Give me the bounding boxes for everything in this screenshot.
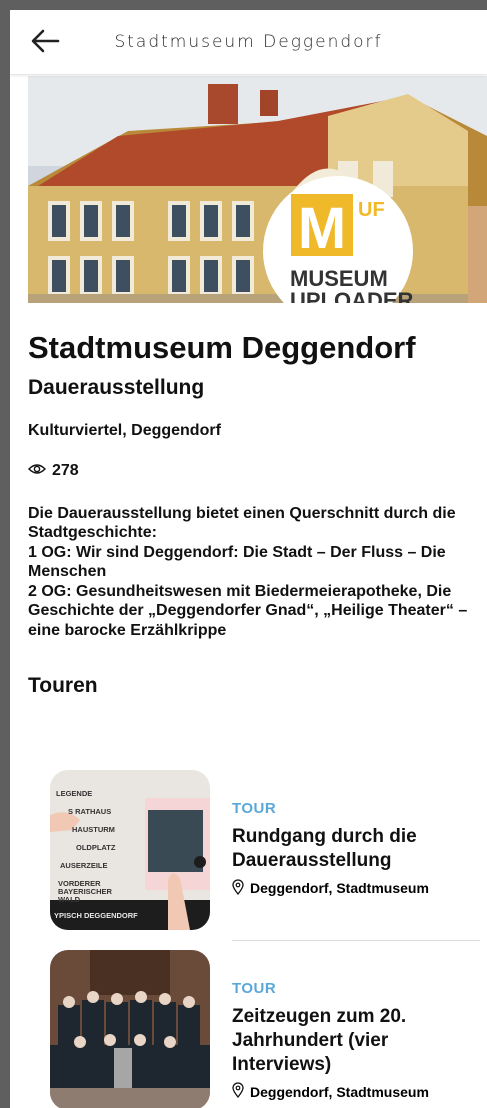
page-title: Stadtmuseum Deggendorf [114, 32, 383, 52]
tour-info: TOUR Zeitzeugen zum 20. Jahrhundert (vie… [232, 980, 482, 1101]
logo-small-text: UF [358, 199, 385, 221]
museum-location: Kulturviertel, Deggendorf [28, 421, 221, 439]
logo-line2: UPLOADER [290, 288, 414, 303]
app-screen: Stadtmuseum Deggendorf M UF MUSEUM UPLOA… [10, 10, 487, 1108]
tour-tag: TOUR [232, 980, 277, 997]
thumb-label-4: OLDPLATZ [76, 843, 116, 852]
hero-image: M UF MUSEUM UPLOADER [28, 76, 487, 303]
thumb-label-8: WALD [58, 895, 81, 904]
thumb-label-5: AUSERZEILE [60, 861, 108, 870]
thumb-label-9: YPISCH DEGGENDORF [54, 911, 138, 920]
tour-thumbnail: LEGENDE S RATHAUS HAUSTURM OLDPLATZ AUSE… [50, 770, 210, 930]
exhibition-subtitle: Dauerausstellung [28, 375, 205, 399]
tour-location-text: Deggendorf, Stadtmuseum [250, 880, 429, 896]
tours-heading: Touren [28, 674, 98, 698]
thumb-label-3: HAUSTURM [72, 825, 115, 834]
tour-title[interactable]: Zeitzeugen zum 20. Jahrhundert (vier Int… [232, 1005, 482, 1076]
location-pin-icon [232, 1082, 244, 1101]
museum-name: Stadtmuseum Deggendorf [28, 330, 416, 365]
eye-icon [28, 462, 46, 480]
location-pin-icon [232, 878, 244, 898]
divider [232, 940, 480, 941]
thumb-label-2: S RATHAUS [68, 807, 111, 816]
top-app-bar: Stadtmuseum Deggendorf [10, 10, 487, 75]
views-count: 278 [52, 461, 79, 479]
tour-thumbnail [50, 950, 210, 1108]
views-counter: 278 [28, 462, 478, 480]
tour-title[interactable]: Rundgang durch die Dauerausstellung [232, 825, 482, 873]
museum-description: Die Dauerausstellung bietet einen Quersc… [28, 504, 468, 639]
logo-letter: M [298, 196, 346, 261]
tour-location-text: Deggendorf, Stadtmuseum [250, 1083, 429, 1100]
tour-location: Deggendorf, Stadtmuseum [232, 878, 482, 898]
thumb-label-1: LEGENDE [56, 789, 92, 798]
tour-card[interactable]: TOUR Zeitzeugen zum 20. Jahrhundert (vie… [50, 950, 480, 1108]
museum-details: Stadtmuseum Deggendorf Dauerausstellung … [28, 330, 478, 698]
tour-info: TOUR Rundgang durch die Dauerausstellung… [232, 800, 482, 898]
tour-card[interactable]: LEGENDE S RATHAUS HAUSTURM OLDPLATZ AUSE… [50, 770, 480, 930]
tour-tag: TOUR [232, 800, 277, 817]
tour-location: Deggendorf, Stadtmuseum [232, 1082, 482, 1101]
